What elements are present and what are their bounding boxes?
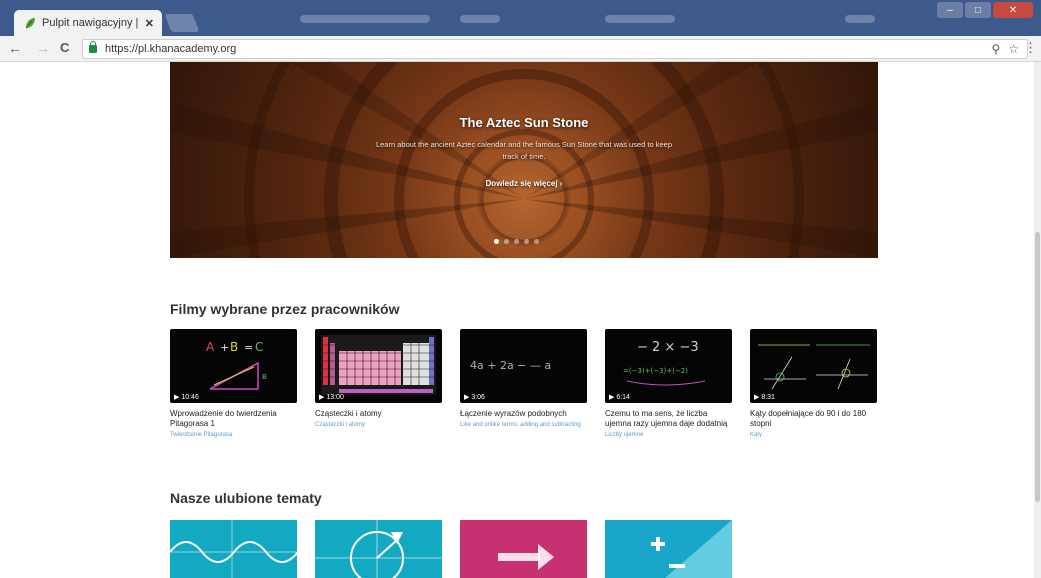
carousel-dot[interactable] (514, 239, 519, 244)
browser-titlebar: Pulpit nawigacyjny | Kha ✕ – □ ✕ (0, 0, 1041, 36)
lock-icon (89, 41, 97, 53)
hero-banner[interactable]: The Aztec Sun Stone Learn about the anci… (170, 62, 878, 258)
carousel-dot[interactable] (494, 239, 499, 244)
tab-close-icon[interactable]: ✕ (145, 17, 154, 30)
scrollbar-thumb[interactable] (1035, 232, 1040, 502)
svg-text:+: + (220, 341, 229, 354)
carousel-dot[interactable] (524, 239, 529, 244)
video-thumbnail[interactable]: A + B = C B ▶ 10:46 (170, 329, 297, 403)
video-duration: ▶ 13:00 (319, 394, 344, 401)
video-duration: ▶ 6:14 (609, 394, 630, 401)
svg-text:C: C (255, 340, 263, 354)
video-title[interactable]: Wprowadzenie do twierdzenia Pitagorasa 1 (170, 409, 298, 429)
angles-thumbnail-art (758, 344, 870, 390)
video-title[interactable]: Cząsteczki i atomy (315, 409, 443, 419)
page-scrollbar[interactable] (1034, 62, 1041, 578)
video-duration: ▶ 10:46 (174, 394, 199, 401)
video-title[interactable]: Kąty dopełniające do 90 i do 180 stopni (750, 409, 878, 429)
blurred-taskbar-text (605, 15, 675, 23)
blurred-taskbar-text (300, 15, 430, 23)
video-card[interactable]: − 2 × −3 =(−3)+(−3)+(−2) ▶ 6:14 Czemu to… (605, 329, 733, 439)
back-icon[interactable]: ← (8, 40, 22, 56)
video-thumbnail[interactable]: 4a + 2a − — a ▶ 3:06 (460, 329, 587, 403)
video-title[interactable]: Łączenie wyrazów podobnych (460, 409, 588, 419)
bookmark-star-icon[interactable]: ☆ (1008, 42, 1019, 56)
staff-picks-heading: Filmy wybrane przez pracowników (170, 301, 400, 317)
zoom-icon[interactable]: ⚲ (991, 42, 1000, 56)
video-topic-link[interactable]: Like and unlike terms: adding and subtra… (460, 421, 588, 429)
video-topic-link[interactable]: Kąty (750, 431, 878, 439)
carousel-dot[interactable] (534, 239, 539, 244)
topic-tile-arithmetic[interactable] (605, 520, 732, 578)
svg-text:B: B (230, 340, 238, 354)
right-arrow-icon (498, 544, 554, 570)
video-topic-link[interactable]: Cząsteczki i atomy (315, 421, 443, 429)
video-duration: ▶ 3:06 (464, 394, 485, 401)
window-controls: – □ ✕ (937, 2, 1033, 18)
sine-wave-icon (170, 520, 297, 578)
video-duration: ▶ 8:31 (754, 394, 775, 401)
video-card[interactable]: ▶ 8:31 Kąty dopełniające do 90 i do 180 … (750, 329, 878, 439)
carousel-dots (494, 239, 539, 244)
url-input[interactable]: https://pl.khanacademy.org ⚲ ☆ (82, 39, 1028, 59)
favorite-topics-heading: Nasze ulubione tematy (170, 490, 322, 506)
topic-tile-arrow[interactable] (460, 520, 587, 578)
unit-circle-icon (315, 520, 442, 578)
browser-tab[interactable]: Pulpit nawigacyjny | Kha ✕ (14, 10, 162, 36)
address-bar: ← → C https://pl.khanacademy.org ⚲ ☆ ⋮ (0, 36, 1041, 62)
new-tab-button[interactable] (164, 14, 200, 32)
video-title[interactable]: Czemu to ma sens, że liczba ujemna razy … (605, 409, 733, 429)
svg-text:B: B (262, 373, 267, 381)
hero-title: The Aztec Sun Stone (459, 115, 589, 130)
video-topic-link[interactable]: Liczby ujemne (605, 431, 733, 439)
browser-menu-icon[interactable]: ⋮ (1024, 40, 1037, 56)
topic-tile-waves[interactable] (170, 520, 297, 578)
negative-numbers-thumbnail-art: − 2 × −3 =(−3)+(−3)+(−2) (623, 340, 706, 386)
blurred-taskbar-text (845, 15, 875, 23)
hero-description: Learn about the ancient Aztec calendar a… (375, 140, 673, 161)
video-thumbnail[interactable]: ▶ 8:31 (750, 329, 877, 403)
minimize-button[interactable]: – (937, 2, 963, 18)
plus-minus-icon (651, 520, 732, 578)
topic-tile-trigonometry[interactable] (315, 520, 442, 578)
video-thumbnail[interactable]: ▶ 13:00 (315, 329, 442, 403)
carousel-dot[interactable] (504, 239, 509, 244)
tab-title: Pulpit nawigacyjny | Kha (42, 17, 141, 29)
svg-text:=(−3)+(−3)+(−2): =(−3)+(−3)+(−2) (623, 367, 688, 375)
khan-leaf-icon (25, 18, 35, 29)
reload-icon[interactable]: C (60, 40, 69, 55)
close-window-button[interactable]: ✕ (993, 2, 1033, 18)
svg-text:− 2 × −3: − 2 × −3 (637, 340, 699, 355)
like-terms-thumbnail-art: 4a + 2a − — a (470, 359, 551, 372)
video-topic-link[interactable]: Twierdzenie Pitagorasa (170, 431, 298, 439)
video-card[interactable]: ▶ 13:00 Cząsteczki i atomy Cząsteczki i … (315, 329, 443, 429)
pythagoras-thumbnail-art: A + B = C B (206, 340, 267, 390)
hero-learn-more-link[interactable]: Dowiedz się więcej › (170, 179, 878, 188)
maximize-button[interactable]: □ (965, 2, 991, 18)
svg-text:=: = (244, 341, 253, 354)
forward-icon[interactable]: → (36, 40, 50, 56)
url-text: https://pl.khanacademy.org (105, 43, 237, 55)
video-card[interactable]: A + B = C B ▶ 10:46 Wprowadzenie do twie… (170, 329, 298, 439)
svg-text:4a + 2a − — a: 4a + 2a − — a (470, 359, 551, 372)
blurred-taskbar-text (460, 15, 500, 23)
periodic-table-thumbnail-art (321, 335, 436, 395)
svg-text:A: A (206, 340, 215, 354)
video-thumbnail[interactable]: − 2 × −3 =(−3)+(−3)+(−2) ▶ 6:14 (605, 329, 732, 403)
video-card[interactable]: 4a + 2a − — a ▶ 3:06 Łączenie wyrazów po… (460, 329, 588, 429)
